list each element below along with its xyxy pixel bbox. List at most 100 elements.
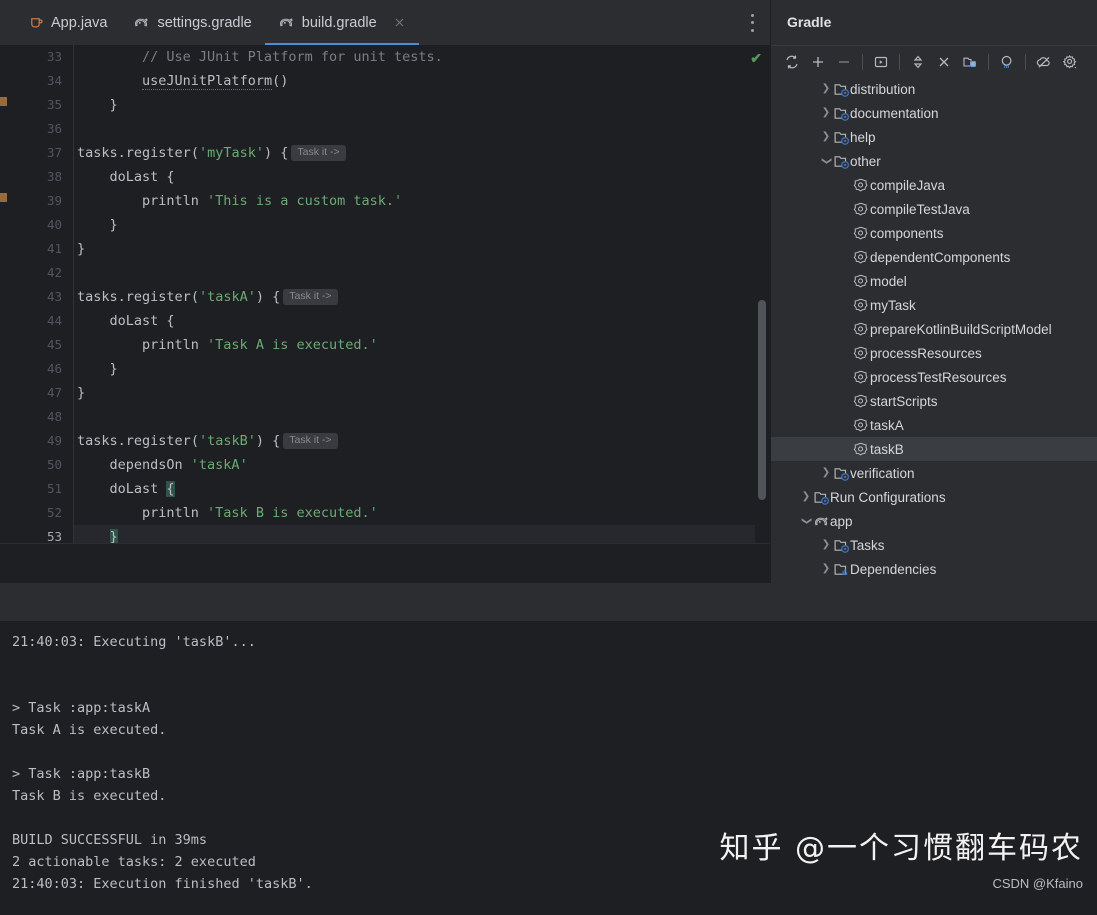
code-line[interactable]: doLast { — [74, 477, 755, 501]
show-gradle-modules-icon[interactable] — [957, 49, 983, 75]
toolbar-divider — [862, 53, 863, 70]
gradle-tree-item-label: compileTestJava — [870, 201, 970, 217]
detach-gradle-project-icon[interactable] — [831, 49, 857, 75]
task-execution-icon[interactable] — [994, 49, 1020, 75]
run-console: 21:40:03: Executing 'taskB'... > Task :a… — [0, 583, 1097, 915]
code-line[interactable]: dependsOn 'taskA' — [74, 453, 755, 477]
gradle-tree-item-components[interactable]: components — [771, 221, 1097, 245]
gradle-tree-item-processtestresources[interactable]: processTestResources — [771, 365, 1097, 389]
gradle-tree-item-help[interactable]: ❯ help — [771, 125, 1097, 149]
code-token: tasks — [77, 433, 118, 449]
run-task-icon[interactable] — [868, 49, 894, 75]
chevron-down-icon[interactable]: ❯ — [794, 514, 818, 528]
editor-tab-app-java[interactable]: App.java — [14, 0, 120, 45]
gradle-tree-item-verification[interactable]: ❯ verification — [771, 461, 1097, 485]
code-text-area[interactable]: // Use JUnit Platform for unit tests. us… — [74, 45, 755, 543]
gradle-tree-item-preparekotlinbuildscriptmodel[interactable]: prepareKotlinBuildScriptModel — [771, 317, 1097, 341]
code-line[interactable]: tasks.register('taskB') {Task it -> — [74, 429, 755, 453]
gradle-tree-item-tasks[interactable]: ❯ Tasks — [771, 533, 1097, 557]
chevron-right-icon[interactable]: ❯ — [819, 77, 833, 101]
gradle-tree-item-distribution[interactable]: ❯ distribution — [771, 77, 1097, 101]
code-line[interactable]: doLast { — [74, 165, 755, 189]
code-line[interactable]: } — [74, 381, 755, 405]
code-token: 'taskA' — [190, 457, 248, 473]
editor-bottom-strip — [0, 543, 770, 583]
code-line[interactable]: } — [74, 213, 755, 237]
gradle-tree-item-mytask[interactable]: myTask — [771, 293, 1097, 317]
gradle-settings-icon[interactable] — [1057, 49, 1083, 75]
gradle-task-icon — [853, 249, 870, 266]
code-token: } — [77, 361, 118, 377]
gradle-tree-item-run-configurations[interactable]: ❯ Run Configurations — [771, 485, 1097, 509]
chevron-right-icon[interactable]: ❯ — [819, 557, 833, 581]
line-number: 34 — [46, 73, 62, 88]
gradle-tree-item-label: help — [850, 129, 876, 145]
tab-close-icon[interactable] — [393, 16, 406, 29]
gradle-tree-item-dependencies[interactable]: ❯ Dependencies — [771, 557, 1097, 581]
inspection-ok-check-icon[interactable]: ✔ — [750, 50, 762, 67]
code-line[interactable]: println 'Task B is executed.' — [74, 501, 755, 525]
code-line[interactable]: } — [74, 525, 755, 543]
reload-all-gradle-projects-icon[interactable] — [779, 49, 805, 75]
expand-collapse-icon[interactable] — [905, 49, 931, 75]
chevron-right-icon[interactable]: ❯ — [819, 101, 833, 125]
console-output[interactable]: 21:40:03: Executing 'taskB'... > Task :a… — [0, 621, 1097, 915]
code-line[interactable]: // Use JUnit Platform for unit tests. — [74, 45, 755, 69]
code-line[interactable] — [74, 117, 755, 141]
gradle-tree-item-taskb[interactable]: taskB — [771, 437, 1097, 461]
gradle-tree-item-compilejava[interactable]: compileJava — [771, 173, 1097, 197]
code-line[interactable]: } — [74, 357, 755, 381]
toggle-offline-mode-close-icon[interactable] — [931, 49, 957, 75]
code-line[interactable]: doLast { — [74, 309, 755, 333]
editor-column: App.java settings.gradle build.gradle 33 34… — [0, 0, 770, 592]
code-line[interactable]: useJUnitPlatform() — [74, 69, 755, 93]
link-gradle-project-icon[interactable] — [805, 49, 831, 75]
gradle-tree-item-label: prepareKotlinBuildScriptModel — [870, 321, 1052, 337]
editor-tab-settings-gradle[interactable]: settings.gradle — [120, 0, 264, 45]
code-line[interactable]: tasks.register('taskA') {Task it -> — [74, 285, 755, 309]
code-line[interactable]: println 'This is a custom task.' — [74, 189, 755, 213]
gradle-task-icon — [853, 321, 870, 338]
editor-vertical-scrollbar[interactable] — [758, 300, 766, 500]
gradle-tree-item-taska[interactable]: taskA — [771, 413, 1097, 437]
code-token: . — [117, 145, 126, 161]
gradle-tree-item-other[interactable]: ❯ other — [771, 149, 1097, 173]
toolbar-divider — [1025, 53, 1026, 70]
inlay-hint-chip: Task it -> — [283, 289, 338, 305]
gradle-tree-item-model[interactable]: model — [771, 269, 1097, 293]
code-line[interactable]: println 'Task A is executed.' — [74, 333, 755, 357]
gradle-task-tree[interactable]: ❯ distribution ❯ documentation ❯ help ❯ other co… — [771, 77, 1097, 583]
chevron-right-icon[interactable]: ❯ — [819, 533, 833, 557]
gradle-tree-item-dependentcomponents[interactable]: dependentComponents — [771, 245, 1097, 269]
gradle-tree-item-startscripts[interactable]: startScripts — [771, 389, 1097, 413]
gradle-tree-item-compiletestjava[interactable]: compileTestJava — [771, 197, 1097, 221]
chevron-right-icon[interactable]: ❯ — [799, 485, 813, 509]
inlay-hint-chip: Task it -> — [291, 145, 346, 161]
line-number: 49 — [46, 433, 62, 448]
gradle-tree-item-app[interactable]: ❯ app — [771, 509, 1097, 533]
gradle-tree-item-documentation[interactable]: ❯ documentation — [771, 101, 1097, 125]
gradle-tree-item-processresources[interactable]: processResources — [771, 341, 1097, 365]
code-editor[interactable]: 33 34 35 36 37 38 39 40 41 42 43 44 45 46 47 48 49 50 51 52… — [0, 45, 770, 592]
code-token: ( — [190, 289, 199, 305]
code-line[interactable]: } — [74, 93, 755, 117]
code-token: . — [117, 289, 126, 305]
gradle-file-icon — [278, 14, 295, 31]
code-token: 'myTask' — [198, 145, 264, 161]
code-token: // Use JUnit Platform for unit tests. — [77, 49, 443, 65]
code-line[interactable]: } — [74, 237, 755, 261]
code-line[interactable] — [74, 405, 755, 429]
tab-overflow-menu-icon[interactable] — [750, 13, 754, 32]
console-line: Task B is executed. — [12, 788, 167, 804]
code-line[interactable] — [74, 261, 755, 285]
chevron-right-icon[interactable]: ❯ — [819, 461, 833, 485]
zhihu-watermark: 知乎 @一个习惯翻车码农 — [719, 831, 1083, 866]
gradle-task-icon — [853, 225, 870, 242]
code-token: ( — [190, 433, 199, 449]
offline-mode-icon[interactable] — [1031, 49, 1057, 75]
code-line[interactable]: tasks.register('myTask') {Task it -> — [74, 141, 755, 165]
chevron-down-icon[interactable]: ❯ — [814, 154, 838, 168]
chevron-right-icon[interactable]: ❯ — [819, 125, 833, 149]
editor-tab-build-gradle[interactable]: build.gradle — [264, 0, 419, 45]
